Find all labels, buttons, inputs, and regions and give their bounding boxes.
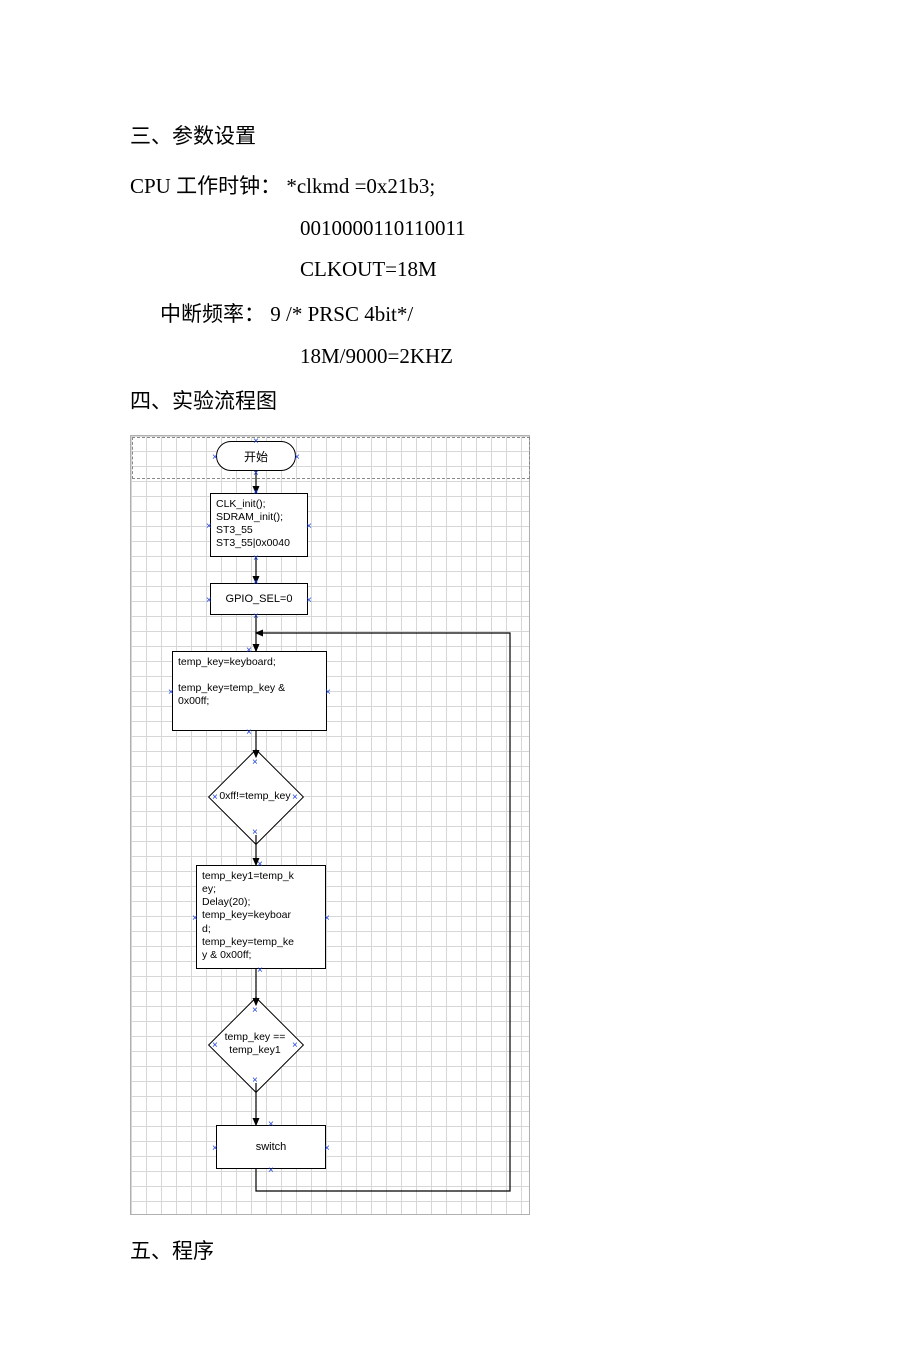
section-5-title: 五、程序 — [130, 1235, 790, 1265]
flowchart-grid — [130, 435, 530, 1215]
interrupt-calc: 18M/9000=2KHZ — [130, 344, 790, 369]
section-4-title: 四、实验流程图 — [130, 385, 790, 415]
cpu-clock-line: CPU 工作时钟： *clkmd =0x21b3; — [130, 170, 790, 200]
flow-decision-1: 0xff!=temp_key — [222, 763, 288, 829]
flow-readkey: temp_key=keyboard; temp_key=temp_key & 0… — [172, 651, 327, 731]
flow-decision-2: temp_key == temp_key1 — [222, 1011, 288, 1077]
flow-init-block: CLK_init(); SDRAM_init(); ST3_55 ST3_55|… — [210, 493, 308, 557]
flow-start: 开始 — [216, 441, 296, 471]
dashed-frame — [132, 437, 530, 479]
cpu-clock-out: CLKOUT=18M — [130, 257, 790, 282]
flowchart: 开始 CLK_init(); SDRAM_init(); ST3_55 ST3_… — [130, 435, 530, 1215]
cpu-clock-bits: 0010000110110011 — [130, 216, 790, 241]
section-3-title: 三、参数设置 — [130, 120, 790, 150]
flow-switch: switch — [216, 1125, 326, 1169]
document-page: 三、参数设置 CPU 工作时钟： *clkmd =0x21b3; 0010000… — [0, 0, 920, 1345]
flow-gpio: GPIO_SEL=0 — [210, 583, 308, 615]
interrupt-line: 中断频率： 9 /* PRSC 4bit*/ — [130, 298, 790, 328]
flow-process-2: temp_key1=temp_k ey; Delay(20); temp_key… — [196, 865, 326, 969]
